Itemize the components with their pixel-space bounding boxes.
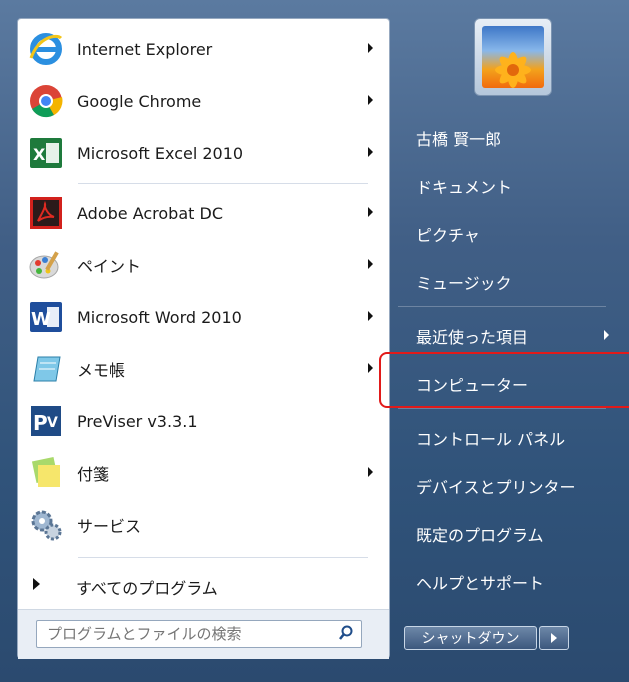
all-programs-button[interactable]: すべてのプログラム: [18, 565, 389, 605]
shutdown-button[interactable]: シャットダウン: [404, 626, 537, 650]
search-box[interactable]: [36, 620, 362, 648]
submenu-arrow-icon[interactable]: [604, 330, 609, 340]
submenu-arrow-icon[interactable]: [368, 467, 373, 477]
divider: [78, 557, 368, 558]
highlight-box: [379, 352, 629, 408]
program-adobe-acrobat[interactable]: Adobe Acrobat DC: [18, 187, 389, 239]
program-microsoft-word[interactable]: W Microsoft Word 2010: [18, 291, 389, 343]
svg-text:V: V: [47, 415, 58, 431]
program-label: Google Chrome: [77, 91, 202, 111]
submenu-arrow-icon[interactable]: [368, 147, 373, 157]
program-microsoft-excel[interactable]: X Microsoft Excel 2010: [18, 127, 389, 179]
devices-printers-link[interactable]: デバイスとプリンター: [416, 474, 576, 498]
submenu-arrow-icon[interactable]: [368, 43, 373, 53]
program-label: ペイント: [77, 257, 142, 276]
internet-explorer-icon: [25, 28, 67, 70]
shutdown-options-button[interactable]: [539, 626, 569, 650]
submenu-arrow-icon[interactable]: [368, 311, 373, 321]
chrome-icon: [25, 80, 67, 122]
program-previser[interactable]: PV PreViser v3.3.1: [18, 395, 389, 447]
svg-text:P: P: [33, 411, 48, 435]
divider: [398, 306, 606, 307]
user-name-link[interactable]: 古橋 賢一郎: [416, 126, 501, 150]
program-label: Microsoft Word 2010: [77, 307, 242, 327]
sticky-notes-icon: [25, 452, 67, 494]
search-input[interactable]: [45, 623, 329, 645]
program-label: メモ帳: [77, 361, 126, 380]
search-area: [18, 609, 389, 659]
program-label: Internet Explorer: [77, 39, 213, 59]
acrobat-icon: [25, 192, 67, 234]
services-icon: [25, 504, 67, 546]
programs-pane: Internet Explorer Google Chrome X Micros…: [17, 18, 390, 659]
user-avatar: [482, 26, 544, 88]
program-label: Adobe Acrobat DC: [77, 203, 223, 223]
divider: [78, 183, 368, 184]
svg-text:X: X: [33, 145, 46, 164]
play-arrow-icon: [33, 578, 40, 590]
submenu-arrow-icon[interactable]: [368, 95, 373, 105]
submenu-arrow-icon[interactable]: [368, 207, 373, 217]
submenu-arrow-icon[interactable]: [368, 259, 373, 269]
user-picture-frame[interactable]: [474, 18, 552, 96]
paint-icon: [25, 244, 67, 286]
recent-items-link[interactable]: 最近使った項目: [416, 324, 528, 348]
search-icon[interactable]: [338, 625, 354, 641]
program-internet-explorer[interactable]: Internet Explorer: [18, 23, 389, 75]
program-google-chrome[interactable]: Google Chrome: [18, 75, 389, 127]
program-label: 付箋: [77, 465, 110, 484]
program-label: Microsoft Excel 2010: [77, 143, 244, 163]
arrow-right-icon: [551, 633, 557, 643]
start-menu: Internet Explorer Google Chrome X Micros…: [0, 0, 629, 682]
program-notepad[interactable]: メモ帳: [18, 343, 389, 395]
program-paint[interactable]: ペイント: [18, 239, 389, 291]
divider: [398, 408, 606, 409]
music-link[interactable]: ミュージック: [416, 270, 512, 294]
documents-link[interactable]: ドキュメント: [416, 174, 512, 198]
help-support-link[interactable]: ヘルプとサポート: [416, 570, 544, 594]
notepad-icon: [25, 348, 67, 390]
program-label: PreViser v3.3.1: [77, 411, 198, 431]
program-sticky-notes[interactable]: 付箋: [18, 447, 389, 499]
excel-icon: X: [25, 132, 67, 174]
word-icon: W: [25, 296, 67, 338]
program-services[interactable]: サービス: [18, 499, 389, 551]
previser-icon: PV: [25, 400, 67, 442]
default-programs-link[interactable]: 既定のプログラム: [416, 522, 544, 546]
submenu-arrow-icon[interactable]: [368, 363, 373, 373]
all-programs-label: すべてのプログラム: [76, 579, 218, 598]
program-label: サービス: [77, 517, 142, 536]
pictures-link[interactable]: ピクチャ: [416, 222, 480, 246]
control-panel-link[interactable]: コントロール パネル: [416, 426, 565, 450]
svg-text:W: W: [31, 309, 51, 330]
